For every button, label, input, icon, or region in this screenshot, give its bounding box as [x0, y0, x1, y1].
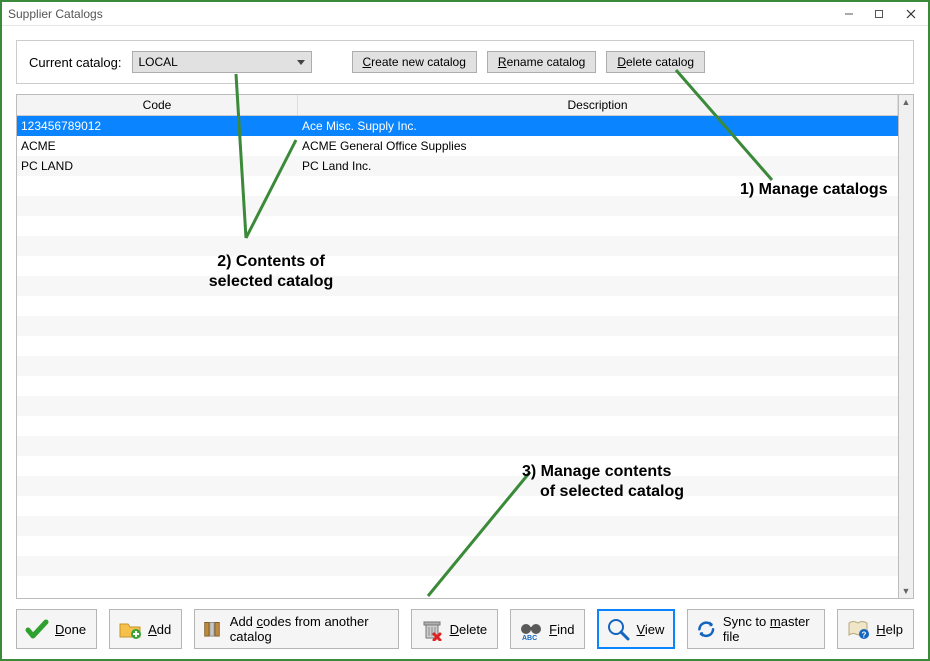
delete-catalog-button[interactable]: Delete catalog: [606, 51, 705, 73]
binders-icon: [203, 617, 224, 641]
vertical-scrollbar[interactable]: ▲ ▼: [899, 94, 914, 599]
table-row[interactable]: ACMEACME General Office Supplies: [17, 136, 898, 156]
table-row[interactable]: [17, 236, 898, 256]
table-row[interactable]: [17, 416, 898, 436]
column-header-description[interactable]: Description: [298, 95, 898, 115]
table-row[interactable]: [17, 396, 898, 416]
add-codes-button[interactable]: Add codes from another catalog: [194, 609, 398, 649]
cell-code: 123456789012: [17, 119, 298, 133]
table-row[interactable]: 123456789012Ace Misc. Supply Inc.: [17, 116, 898, 136]
table-row[interactable]: [17, 276, 898, 296]
cell-description: ACME General Office Supplies: [298, 139, 898, 153]
supplier-catalogs-window: Supplier Catalogs Current catalog: LOCAL: [0, 0, 930, 661]
delete-button[interactable]: Delete: [411, 609, 499, 649]
cell-description: Ace Misc. Supply Inc.: [298, 119, 898, 133]
table-row[interactable]: [17, 196, 898, 216]
table-row[interactable]: [17, 316, 898, 336]
chevron-down-icon: [297, 60, 305, 65]
column-header-code[interactable]: Code: [17, 95, 298, 115]
table-row[interactable]: [17, 296, 898, 316]
scroll-down-icon[interactable]: ▼: [902, 586, 911, 596]
current-catalog-value: LOCAL: [139, 55, 297, 69]
table-row[interactable]: [17, 536, 898, 556]
create-catalog-button[interactable]: Create new catalog: [352, 51, 477, 73]
cell-code: PC LAND: [17, 159, 298, 173]
bottom-toolbar: Done Add: [16, 609, 914, 649]
table-row[interactable]: [17, 436, 898, 456]
binoculars-icon: ABC: [519, 617, 543, 641]
minimize-button[interactable]: [834, 2, 864, 25]
current-catalog-dropdown[interactable]: LOCAL: [132, 51, 312, 73]
table-row[interactable]: [17, 496, 898, 516]
help-button[interactable]: ? Help: [837, 609, 914, 649]
close-button[interactable]: [894, 2, 928, 25]
titlebar: Supplier Catalogs: [2, 2, 928, 26]
maximize-button[interactable]: [864, 2, 894, 25]
table-row[interactable]: [17, 556, 898, 576]
folder-add-icon: [118, 617, 142, 641]
current-catalog-label: Current catalog:: [29, 55, 122, 70]
grid-header: Code Description: [17, 95, 898, 116]
svg-text:?: ?: [862, 631, 867, 640]
table-row[interactable]: [17, 516, 898, 536]
table-row[interactable]: [17, 256, 898, 276]
trash-icon: [420, 617, 444, 641]
view-button[interactable]: View: [597, 609, 675, 649]
check-icon: [25, 617, 49, 641]
rename-catalog-button[interactable]: Rename catalog: [487, 51, 596, 73]
done-button[interactable]: Done: [16, 609, 97, 649]
table-row[interactable]: [17, 336, 898, 356]
grid-body: 123456789012Ace Misc. Supply Inc.ACMEACM…: [17, 116, 898, 598]
table-row[interactable]: [17, 376, 898, 396]
magnifier-icon: [606, 617, 630, 641]
find-button[interactable]: ABC Find: [510, 609, 585, 649]
catalog-grid[interactable]: Code Description 123456789012Ace Misc. S…: [16, 94, 899, 599]
table-row[interactable]: PC LANDPC Land Inc.: [17, 156, 898, 176]
table-row[interactable]: [17, 476, 898, 496]
svg-text:ABC: ABC: [522, 635, 537, 641]
client-area: Current catalog: LOCAL Create new catalo…: [2, 26, 928, 659]
scroll-up-icon[interactable]: ▲: [902, 97, 911, 107]
table-row[interactable]: [17, 356, 898, 376]
table-row[interactable]: [17, 176, 898, 196]
help-book-icon: ?: [846, 617, 870, 641]
window-controls: [834, 2, 928, 25]
catalog-toolbar: Current catalog: LOCAL Create new catalo…: [16, 40, 914, 84]
cell-description: PC Land Inc.: [298, 159, 898, 173]
grid-wrap: Code Description 123456789012Ace Misc. S…: [16, 94, 914, 599]
table-row[interactable]: [17, 216, 898, 236]
sync-button[interactable]: Sync to master file: [687, 609, 825, 649]
add-button[interactable]: Add: [109, 609, 182, 649]
table-row[interactable]: [17, 456, 898, 476]
sync-icon: [696, 617, 716, 641]
cell-code: ACME: [17, 139, 298, 153]
window-title: Supplier Catalogs: [8, 7, 834, 21]
